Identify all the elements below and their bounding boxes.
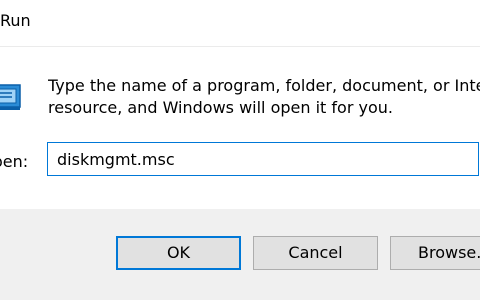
description-line-2: resource, and Windows will open it for y… <box>48 98 393 117</box>
dialog-content: Type the name of a program, folder, docu… <box>0 47 480 209</box>
cancel-button[interactable]: Cancel <box>253 236 378 270</box>
browse-button[interactable]: Browse... <box>390 236 480 270</box>
command-input[interactable] <box>47 142 479 176</box>
dialog-description: Type the name of a program, folder, docu… <box>48 75 480 119</box>
open-label: Open: <box>0 152 28 171</box>
description-line-1: Type the name of a program, folder, docu… <box>48 76 480 95</box>
ok-button[interactable]: OK <box>116 236 241 270</box>
run-app-icon <box>0 81 26 111</box>
title-bar[interactable]: Run <box>0 0 480 47</box>
window-title: Run <box>0 11 31 30</box>
button-bar: OK Cancel Browse... <box>0 209 480 300</box>
run-dialog: Run Type the name of a program, folder, … <box>0 0 480 300</box>
open-label-text: Open: <box>0 152 29 171</box>
